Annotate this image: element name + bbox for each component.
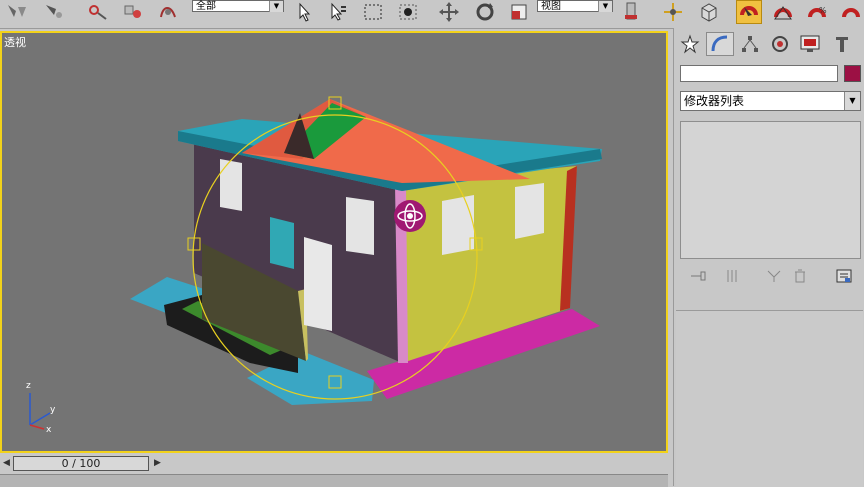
spinner-snap-icon[interactable] [838,0,864,24]
bind-space-warp-icon[interactable] [84,0,110,24]
window-side-2 [515,183,544,239]
selection-filter-dropdown[interactable]: 全部 ▼ [192,0,284,12]
perspective-viewport[interactable]: 透视 z y x [0,31,668,453]
svg-text:%: % [819,6,827,15]
window-front [346,197,374,255]
axis-y-label: y [50,405,56,415]
remove-modifier-icon[interactable] [786,266,814,286]
window-side-1 [442,195,474,255]
window-crossing-icon[interactable] [395,0,421,24]
timeline-bar: ◀ 0 / 100 ▶ [0,454,668,487]
chevron-down-icon: ▼ [844,92,860,110]
timeline-track[interactable] [0,474,668,487]
object-color-swatch[interactable] [844,65,861,82]
modify-tab-icon[interactable] [706,32,734,56]
modifier-list-dropdown[interactable]: 修改器列表 ▼ [680,91,861,111]
select-object-icon[interactable] [120,0,146,24]
command-panel: 修改器列表 ▼ [673,28,864,487]
chevron-down-icon: ▼ [269,1,283,12]
main-toolbar: 全部 ▼ 视图 ▼ % [0,0,864,29]
parameters-rollout-area [676,310,863,487]
unlink-icon[interactable] [40,0,66,24]
command-panel-tabs [674,30,864,58]
make-unique-icon[interactable] [760,266,788,286]
motion-tab-icon[interactable] [766,32,794,56]
time-slider-next-icon[interactable]: ▶ [152,456,163,471]
display-tab-icon[interactable] [796,32,824,56]
angle-snap-icon[interactable] [770,0,796,24]
select-manipulate-icon[interactable] [660,0,686,24]
pivot-center-icon[interactable] [618,0,644,24]
chevron-down-icon: ▼ [598,1,612,12]
reference-coord-dropdown[interactable]: 视图 ▼ [537,0,613,12]
utilities-tab-icon[interactable] [828,32,856,56]
axis-z-label: z [26,381,31,391]
create-tab-icon[interactable] [676,32,704,56]
show-end-result-icon[interactable] [718,266,746,286]
modifier-list-label: 修改器列表 [684,94,745,108]
reference-coord-value: 视图 [541,1,561,12]
box-3d-icon[interactable] [696,0,722,24]
select-by-list-icon[interactable] [324,0,350,24]
move-icon[interactable] [436,0,462,24]
percent-snap-icon[interactable]: % [804,0,830,24]
axis-x-label: x [46,425,52,435]
window-left [220,159,242,211]
select-arrow-icon[interactable] [290,0,316,24]
selection-filter-value: 全部 [196,1,216,12]
time-slider[interactable]: 0 / 100 [13,456,149,471]
door-opening [304,237,332,331]
rect-selection-region-icon[interactable] [360,0,386,24]
axis-x-line [29,424,45,430]
configure-modifier-sets-icon[interactable] [830,266,858,286]
pin-stack-icon[interactable] [684,266,712,286]
stack-toolbar [674,266,864,288]
object-name-field[interactable] [680,65,838,82]
select-by-name-icon[interactable] [155,0,181,24]
modifier-stack[interactable] [680,121,861,259]
rotate-icon[interactable] [472,0,498,24]
select-link-icon[interactable] [4,0,30,24]
snap-toggle-icon[interactable] [736,0,762,24]
hierarchy-tab-icon[interactable] [736,32,764,56]
door-recess [270,217,294,269]
time-slider-prev-icon[interactable]: ◀ [1,456,12,471]
scene-canvas [29,96,602,430]
axis-y-line [29,412,51,426]
scale-icon[interactable] [506,0,532,24]
